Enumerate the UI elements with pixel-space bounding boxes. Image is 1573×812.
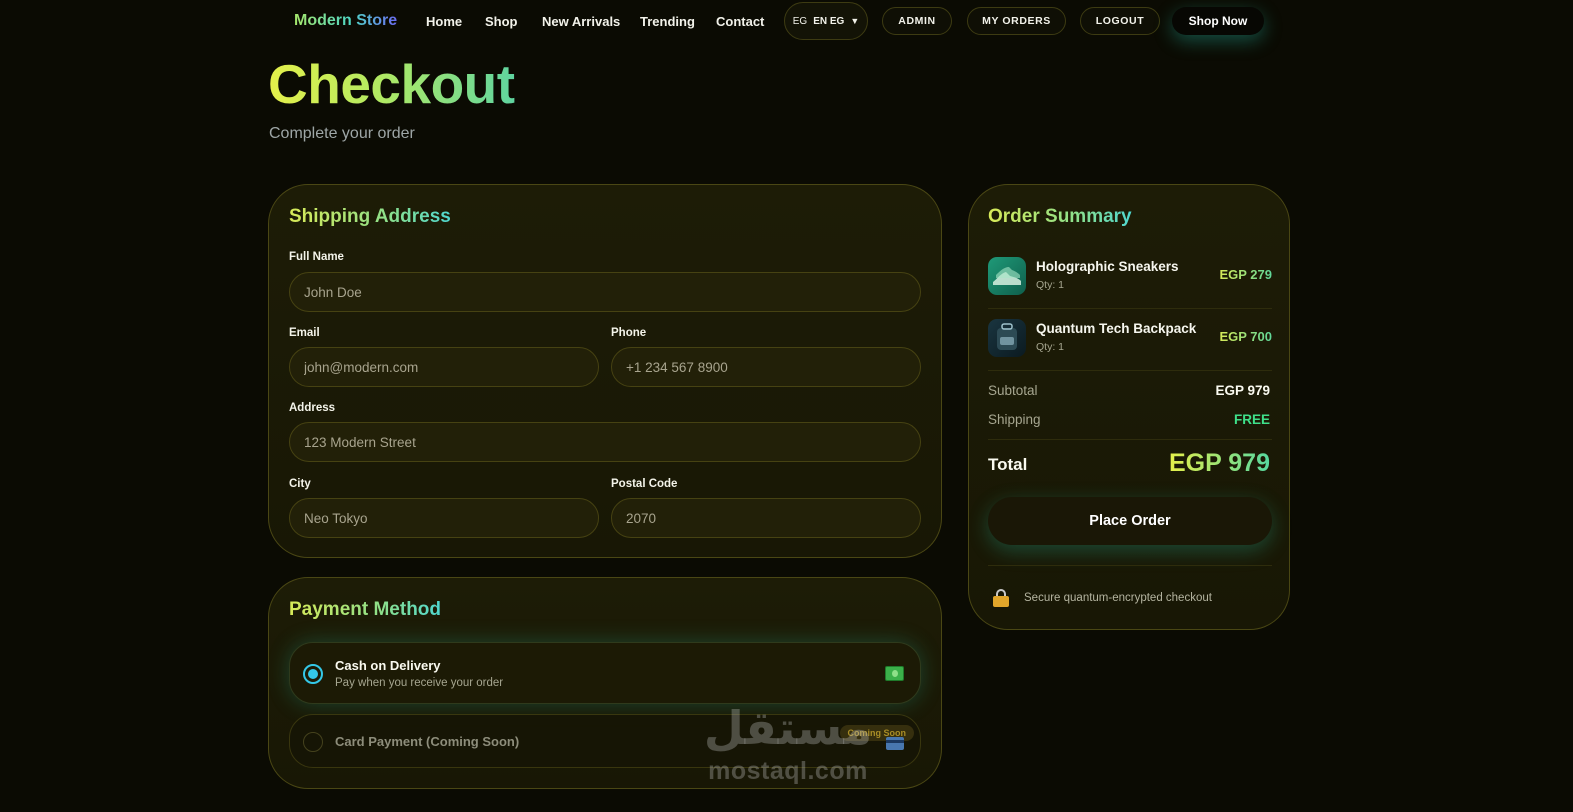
summary-title: Order Summary <box>988 206 1132 227</box>
city-label: City <box>289 478 311 490</box>
brand-logo[interactable]: Modern Store <box>294 12 397 30</box>
total-value: EGP 979 <box>1168 449 1270 477</box>
shipping-title: Shipping Address <box>289 206 451 227</box>
nav-link-new-arrivals[interactable]: New Arrivals <box>542 14 620 29</box>
order-item: Quantum Tech Backpack Qty: 1 EGP 700 <box>988 317 1272 371</box>
payment-title: Payment Method <box>289 599 442 620</box>
payment-option-title: Cash on Delivery <box>335 658 441 673</box>
full-name-label: Full Name <box>289 251 344 263</box>
phone-input[interactable] <box>611 347 921 387</box>
secure-checkout-text: Secure quantum-encrypted checkout <box>1024 592 1212 604</box>
shipping-value: FREE <box>1233 412 1270 427</box>
lock-icon <box>993 589 1009 607</box>
logout-button[interactable]: LOGOUT <box>1080 7 1160 35</box>
top-navbar: Modern Store Home Shop New Arrivals Tren… <box>0 0 1573 42</box>
page-title: Checkout <box>268 53 515 115</box>
page-subtitle: Complete your order <box>269 125 415 142</box>
place-order-button[interactable]: Place Order <box>988 497 1272 545</box>
nav-link-contact[interactable]: Contact <box>716 14 764 29</box>
shop-now-button[interactable]: Shop Now <box>1172 7 1264 35</box>
order-summary-card: Order Summary Holographic Sneakers Qty: … <box>968 184 1290 630</box>
language-selector[interactable]: EG EN EG ▼ <box>784 2 868 40</box>
total-label: Total <box>988 455 1028 474</box>
sneaker-thumbnail <box>988 257 1026 295</box>
admin-button[interactable]: ADMIN <box>882 7 952 35</box>
language-label: EN EG <box>813 15 845 27</box>
chevron-down-icon: ▼ <box>850 16 860 26</box>
radio-selected[interactable] <box>303 664 323 684</box>
payment-option-card[interactable]: Card Payment (Coming Soon) Coming Soon <box>289 714 921 768</box>
address-label: Address <box>289 402 336 414</box>
payment-method-card: Payment Method Cash on Delivery Pay when… <box>268 577 942 789</box>
divider <box>988 439 1272 440</box>
divider <box>988 565 1272 566</box>
flag-icon: EG <box>792 15 808 27</box>
address-input[interactable] <box>289 422 921 462</box>
order-item: Holographic Sneakers Qty: 1 EGP 279 <box>988 255 1272 309</box>
email-input[interactable] <box>289 347 599 387</box>
item-quantity: Qty: 1 <box>1036 341 1065 353</box>
money-icon <box>885 666 904 681</box>
payment-option-cash[interactable]: Cash on Delivery Pay when you receive yo… <box>289 642 921 704</box>
shipping-label: Shipping <box>988 412 1041 427</box>
my-orders-button[interactable]: MY ORDERS <box>967 7 1066 35</box>
payment-option-title: Card Payment (Coming Soon) <box>335 734 520 749</box>
item-price: EGP 279 <box>1219 267 1272 282</box>
full-name-input[interactable] <box>289 272 921 312</box>
credit-card-icon <box>886 737 904 750</box>
backpack-thumbnail <box>988 319 1026 357</box>
item-name: Holographic Sneakers <box>1036 259 1179 274</box>
item-quantity: Qty: 1 <box>1036 279 1065 291</box>
city-input[interactable] <box>289 498 599 538</box>
postal-code-label: Postal Code <box>611 478 678 490</box>
nav-link-trending[interactable]: Trending <box>640 14 695 29</box>
phone-label: Phone <box>611 327 647 339</box>
postal-code-input[interactable] <box>611 498 921 538</box>
payment-option-description: Pay when you receive your order <box>335 677 504 689</box>
email-label: Email <box>289 327 320 339</box>
radio-unselected[interactable] <box>303 732 323 752</box>
subtotal-label: Subtotal <box>988 383 1038 398</box>
item-price: EGP 700 <box>1219 329 1272 344</box>
shipping-address-card: Shipping Address Full Name Email Phone A… <box>268 184 942 558</box>
nav-link-shop[interactable]: Shop <box>485 14 518 29</box>
nav-link-home[interactable]: Home <box>426 14 462 29</box>
item-name: Quantum Tech Backpack <box>1036 321 1197 336</box>
subtotal-value: EGP 979 <box>1215 383 1270 398</box>
